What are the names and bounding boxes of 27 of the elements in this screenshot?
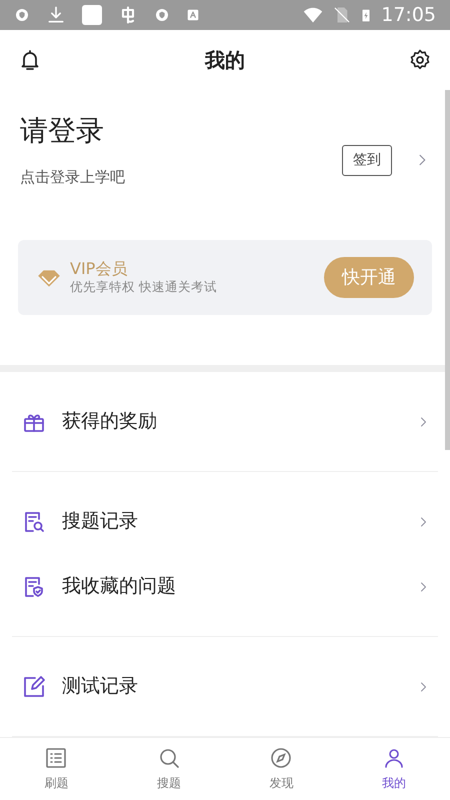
tab[interactable]: 我的 bbox=[382, 738, 406, 800]
vip-subtitle: 优先享特权 快速通关考试 bbox=[70, 278, 217, 296]
edit-icon bbox=[22, 674, 46, 698]
tab[interactable]: 发现 bbox=[269, 738, 294, 800]
search-document-icon bbox=[22, 510, 46, 534]
shield-icon bbox=[154, 7, 170, 23]
menu-item[interactable]: 我收藏的问题 bbox=[12, 554, 438, 619]
list-icon bbox=[44, 746, 68, 770]
compass-icon bbox=[269, 746, 294, 770]
login-title[interactable]: 请登录 bbox=[20, 110, 125, 152]
app-icon bbox=[82, 5, 102, 25]
tab[interactable]: 搜题 bbox=[156, 738, 181, 800]
vip-title: VIP会员 bbox=[70, 258, 128, 278]
download-icon bbox=[46, 5, 66, 25]
menu-item[interactable]: 获得的奖励 bbox=[12, 389, 438, 454]
page-title: 我的 bbox=[205, 47, 245, 74]
menu-item[interactable]: 测试记录 bbox=[12, 654, 438, 719]
settings-icon[interactable] bbox=[408, 48, 432, 72]
no-sim-icon bbox=[333, 5, 352, 25]
menu-item[interactable]: 搜题记录 bbox=[12, 489, 438, 554]
shield-document-icon bbox=[22, 574, 46, 598]
tab[interactable]: 刷题 bbox=[44, 738, 68, 800]
shield-icon bbox=[14, 7, 30, 23]
keyboard-icon bbox=[186, 8, 200, 22]
checkin-button[interactable]: 签到 bbox=[342, 144, 392, 176]
login-subtitle: 点击登录上学吧 bbox=[20, 167, 125, 188]
status-time: 17:05 bbox=[381, 2, 436, 28]
